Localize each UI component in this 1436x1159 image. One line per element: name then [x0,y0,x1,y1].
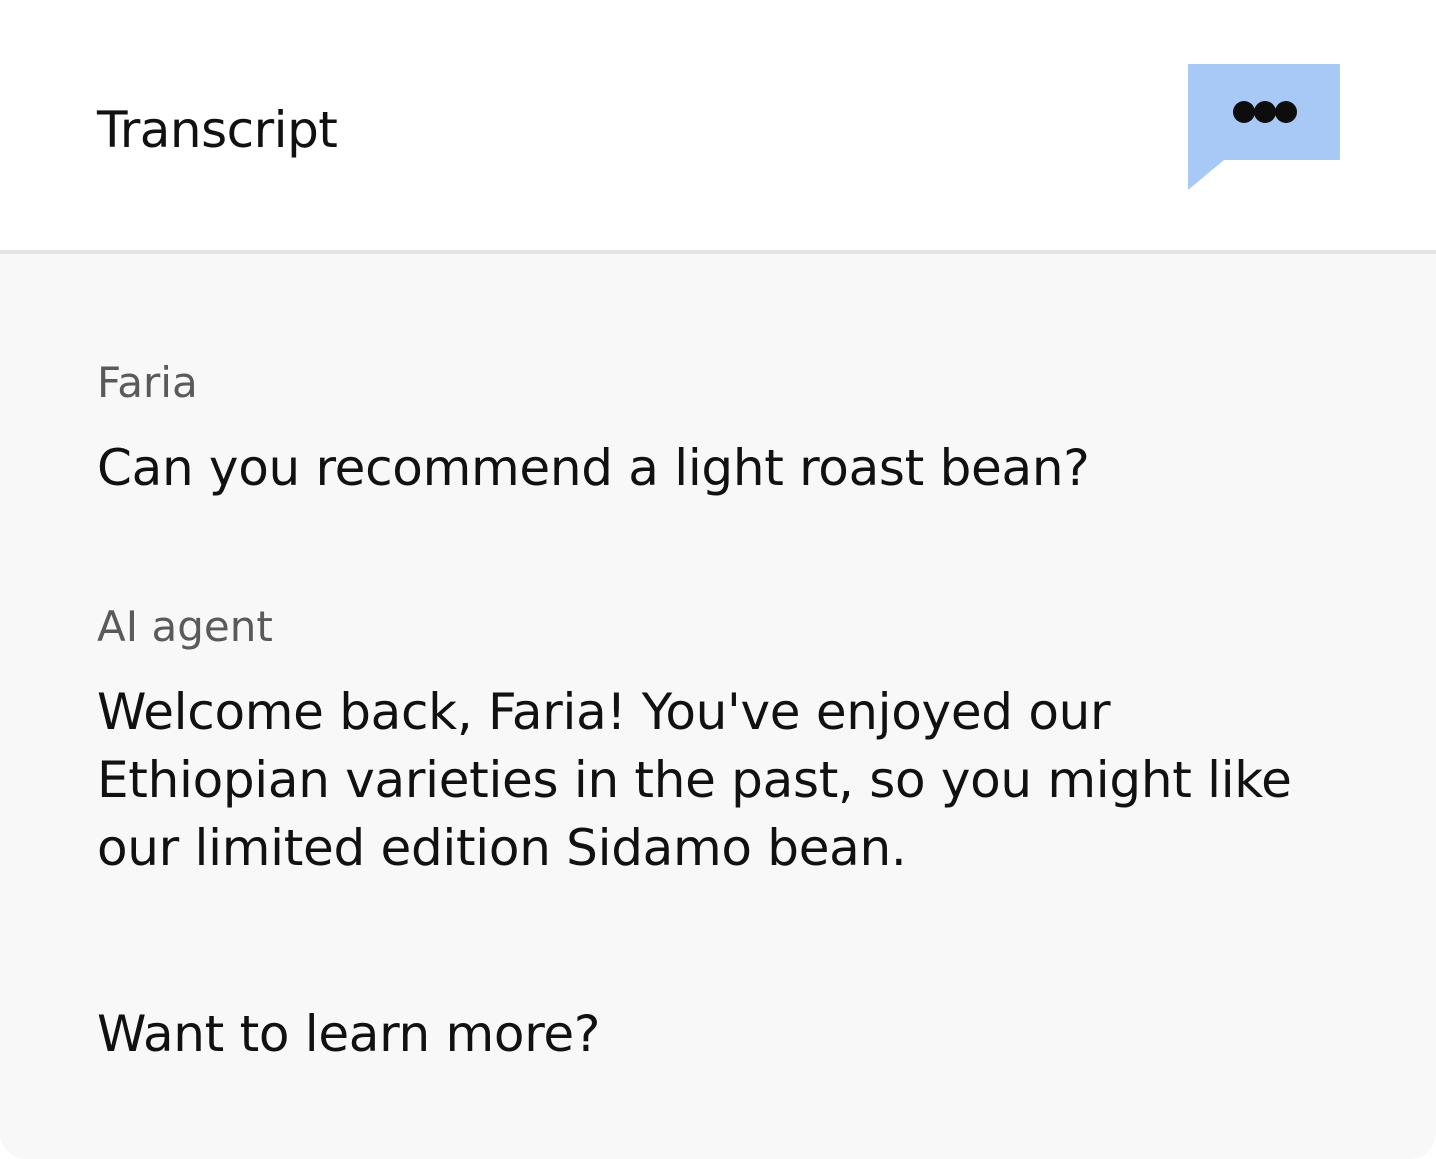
transcript-header: Transcript [0,0,1436,250]
message-text: Welcome back, Faria! You've enjoyed our … [97,683,1292,877]
chat-bubble-ellipsis-icon[interactable] [1188,64,1340,190]
speaker-name: AI agent [97,602,273,651]
followup-text: Want to learn more? [97,1005,601,1063]
message-text: Can you recommend a light roast bean? [97,439,1090,497]
panel-title: Transcript [97,101,338,159]
speaker-name: Faria [97,358,198,407]
transcript-body: Faria Can you recommend a light roast be… [0,254,1436,1159]
transcript-panel: Transcript Faria Can you recommend a lig… [0,0,1436,1159]
